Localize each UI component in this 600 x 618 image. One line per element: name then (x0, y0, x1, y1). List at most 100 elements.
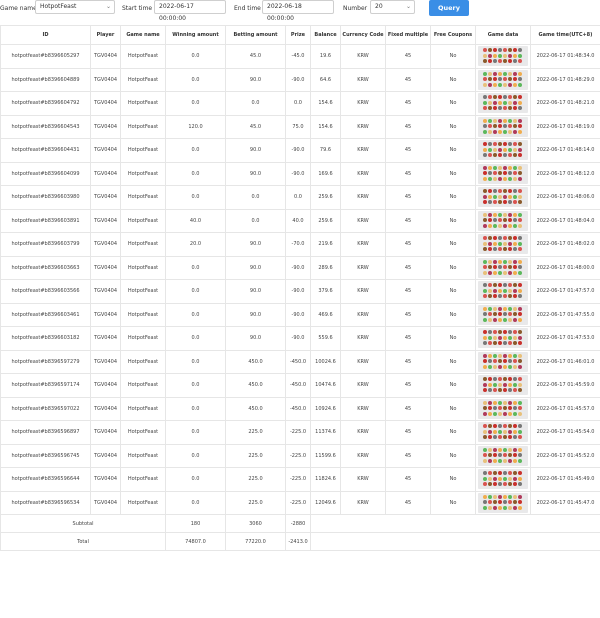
game-data-symbols[interactable] (478, 304, 528, 325)
cell-game-data[interactable] (475, 44, 531, 69)
cell-game-name: HotpotFeast (120, 91, 166, 116)
game-data-symbols[interactable] (478, 187, 528, 208)
cell-game-data[interactable] (475, 161, 531, 186)
cell-game-data[interactable] (475, 396, 531, 421)
symbol-row (480, 153, 526, 159)
slot-symbol-icon (518, 388, 522, 393)
cell-fixed-multiple: 45 (385, 67, 431, 92)
game-data-symbols[interactable] (478, 375, 528, 396)
cell-game-data[interactable] (475, 279, 531, 304)
start-time-input[interactable]: 2022-06-17 00:00:00 (154, 0, 226, 22)
slot-symbol-icon (508, 59, 512, 64)
slot-symbol-icon (518, 500, 522, 505)
game-data-symbols[interactable] (478, 140, 528, 161)
game-data-symbols[interactable] (478, 398, 528, 419)
table-header-row: ID Player Game name Winning amount Betti… (0, 25, 600, 45)
slot-symbol-icon (488, 435, 492, 440)
cell-game-data[interactable] (475, 420, 531, 445)
number-select[interactable]: 20 ⌄ (370, 0, 415, 14)
cell-game-data[interactable] (475, 467, 531, 492)
cell-game-data[interactable] (475, 67, 531, 92)
cell-id: hotpotfeast#b8396604543 (0, 114, 91, 139)
game-data-symbols[interactable] (478, 210, 528, 231)
slot-symbol-icon (493, 259, 497, 264)
game-data-symbols[interactable] (478, 281, 528, 302)
slot-symbol-icon (518, 429, 522, 434)
cell-fixed-multiple: 45 (385, 91, 431, 116)
cell-game-data[interactable] (475, 490, 531, 515)
cell-game-data[interactable] (475, 91, 531, 116)
game-data-symbols[interactable] (478, 445, 528, 466)
cell-game-time: 2022-06-17 01:48:21.0 (530, 91, 600, 116)
table-row: hotpotfeast#b8396603799 TGV0404 HotpotFeas… (0, 232, 600, 257)
cell-game-data[interactable] (475, 373, 531, 398)
slot-symbol-icon (483, 241, 487, 246)
cell-game-data[interactable] (475, 114, 531, 139)
cell-free-coupons: No (430, 349, 476, 374)
cell-game-data[interactable] (475, 255, 531, 280)
cell-game-data[interactable] (475, 185, 531, 210)
cell-betting-amount: 450.0 (225, 373, 286, 398)
game-data-symbols[interactable] (478, 93, 528, 114)
slot-symbol-icon (518, 377, 522, 382)
total-winning: 74807.0 (165, 532, 226, 551)
slot-symbol-icon (483, 406, 487, 411)
cell-game-data[interactable] (475, 232, 531, 257)
cell-currency-code: KRW (340, 396, 386, 421)
cell-game-data[interactable] (475, 208, 531, 233)
slot-symbol-icon (508, 306, 512, 311)
cell-game-data[interactable] (475, 349, 531, 374)
game-data-symbols[interactable] (478, 492, 528, 513)
slot-symbol-icon (513, 53, 517, 58)
slot-symbol-icon (518, 82, 522, 87)
cell-winning-amount: 120.0 (165, 114, 226, 139)
table-row: hotpotfeast#b8396604099 TGV0404 HotpotFeas… (0, 161, 600, 186)
cell-winning-amount: 0.0 (165, 490, 226, 515)
slot-symbol-icon (483, 129, 487, 134)
end-time-input[interactable]: 2022-06-18 00:00:00 (262, 0, 334, 22)
query-button[interactable]: Query (429, 0, 469, 16)
symbol-row (480, 411, 526, 418)
game-name-select[interactable]: HotpotFeast ⌄ (35, 0, 115, 14)
slot-symbol-icon (488, 429, 492, 434)
symbol-row (480, 471, 526, 477)
game-data-symbols[interactable] (478, 422, 528, 443)
game-data-symbols[interactable] (478, 163, 528, 184)
slot-symbol-icon (488, 505, 492, 510)
symbol-row (480, 236, 526, 242)
slot-symbol-icon (508, 341, 512, 346)
game-data-symbols[interactable] (478, 328, 528, 349)
cell-id: hotpotfeast#b8396596745 (0, 443, 91, 468)
slot-symbol-icon (503, 476, 507, 481)
cell-fixed-multiple: 45 (385, 349, 431, 374)
cell-prize: 0.0 (285, 185, 311, 210)
cell-fixed-multiple: 45 (385, 161, 431, 186)
slot-symbol-icon (508, 129, 512, 134)
slot-symbol-icon (498, 406, 502, 411)
table-row: hotpotfeast#b8396603566 TGV0404 HotpotFeas… (0, 279, 600, 304)
cell-game-data[interactable] (475, 302, 531, 327)
game-data-symbols[interactable] (478, 351, 528, 372)
cell-game-data[interactable] (475, 326, 531, 351)
subtotal-row: Subtotal 180 3060 -2880 (0, 514, 600, 533)
cell-game-time: 2022-06-17 01:48:06.0 (530, 185, 600, 210)
slot-symbol-icon (498, 147, 502, 152)
cell-balance: 64.6 (310, 67, 341, 92)
cell-game-name: HotpotFeast (120, 302, 166, 327)
symbol-row (480, 270, 526, 277)
cell-betting-amount: 90.0 (225, 302, 286, 327)
game-data-symbols[interactable] (478, 46, 528, 67)
cell-fixed-multiple: 45 (385, 490, 431, 515)
game-data-symbols[interactable] (478, 69, 528, 90)
cell-game-data[interactable] (475, 138, 531, 163)
slot-symbol-icon (493, 494, 497, 499)
game-data-symbols[interactable] (478, 469, 528, 490)
game-data-symbols[interactable] (478, 257, 528, 278)
symbol-row (480, 330, 526, 336)
cell-game-data[interactable] (475, 443, 531, 468)
cell-fixed-multiple: 45 (385, 396, 431, 421)
slot-symbol-icon (493, 53, 497, 58)
game-data-symbols[interactable] (478, 116, 528, 137)
slot-symbol-icon (508, 388, 512, 393)
game-data-symbols[interactable] (478, 234, 528, 255)
